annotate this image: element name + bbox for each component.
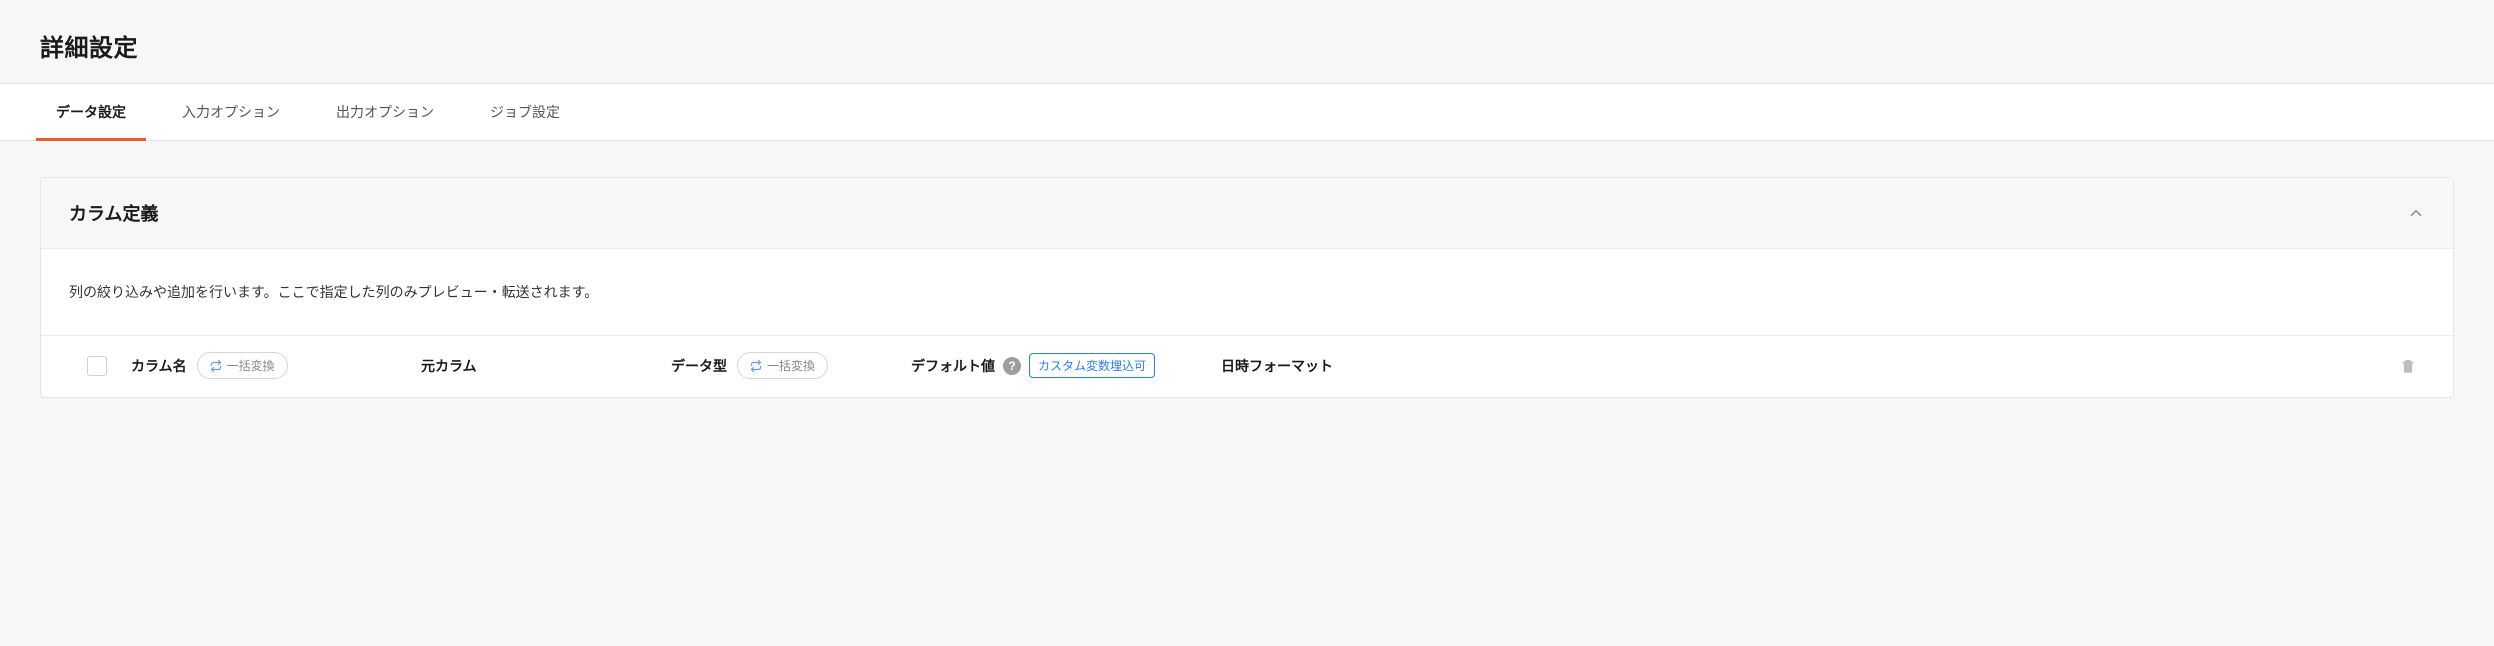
th-datetime-format: 日時フォーマット bbox=[1221, 356, 1333, 376]
th-column-name: カラム名 bbox=[131, 356, 187, 376]
col-header-source: 元カラム bbox=[421, 356, 671, 376]
tab-input-options[interactable]: 入力オプション bbox=[154, 84, 308, 140]
col-header-data-type: データ型 一括変換 bbox=[671, 352, 911, 379]
bulk-convert-button-type[interactable]: 一括変換 bbox=[737, 352, 828, 379]
chevron-up-icon bbox=[2407, 204, 2425, 222]
tab-data-settings[interactable]: データ設定 bbox=[28, 84, 154, 140]
th-default-value: デフォルト値 bbox=[911, 356, 995, 376]
col-select-all bbox=[69, 356, 131, 376]
panel-column-definition: カラム定義 列の絞り込みや追加を行います。ここで指定した列のみプレビュー・転送さ… bbox=[40, 177, 2454, 398]
help-icon[interactable]: ? bbox=[1003, 357, 1021, 375]
col-header-datetime-format: 日時フォーマット bbox=[1221, 356, 1421, 376]
tab-job-settings[interactable]: ジョブ設定 bbox=[462, 84, 588, 140]
col-actions bbox=[1421, 357, 2425, 375]
swap-icon bbox=[750, 360, 762, 372]
content-area: カラム定義 列の絞り込みや追加を行います。ここで指定した列のみプレビュー・転送さ… bbox=[0, 141, 2494, 434]
th-source-column: 元カラム bbox=[421, 356, 477, 376]
tab-label: 出力オプション bbox=[336, 104, 434, 120]
tab-label: ジョブ設定 bbox=[490, 104, 560, 120]
table-header-row: カラム名 一括変換 元カラム データ型 一括変換 bbox=[41, 335, 2453, 397]
pill-label: 一括変換 bbox=[227, 357, 275, 374]
bulk-convert-button-name[interactable]: 一括変換 bbox=[197, 352, 288, 379]
page-title: 詳細設定 bbox=[40, 28, 2454, 63]
pill-label: 一括変換 bbox=[767, 357, 815, 374]
panel-header[interactable]: カラム定義 bbox=[41, 178, 2453, 249]
trash-icon[interactable] bbox=[2399, 357, 2417, 375]
custom-var-badge: カスタム変数埋込可 bbox=[1029, 353, 1155, 378]
col-header-column-name: カラム名 一括変換 bbox=[131, 352, 421, 379]
panel-description: 列の絞り込みや追加を行います。ここで指定した列のみプレビュー・転送されます。 bbox=[41, 249, 2453, 335]
tab-output-options[interactable]: 出力オプション bbox=[308, 84, 462, 140]
swap-icon bbox=[210, 360, 222, 372]
col-header-default: デフォルト値 ? カスタム変数埋込可 bbox=[911, 353, 1221, 378]
tab-label: 入力オプション bbox=[182, 104, 280, 120]
th-data-type: データ型 bbox=[671, 356, 727, 376]
tab-label: データ設定 bbox=[56, 104, 126, 120]
page-header: 詳細設定 bbox=[0, 0, 2494, 83]
select-all-checkbox[interactable] bbox=[87, 356, 107, 376]
panel-title: カラム定義 bbox=[69, 200, 158, 226]
tab-bar: データ設定 入力オプション 出力オプション ジョブ設定 bbox=[0, 83, 2494, 141]
